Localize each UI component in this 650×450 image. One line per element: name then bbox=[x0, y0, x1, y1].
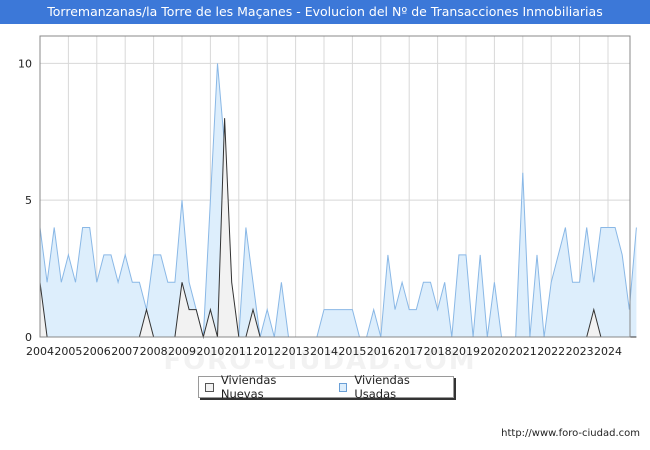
x-tick-label: 2007 bbox=[111, 345, 139, 358]
x-tick-label: 2006 bbox=[83, 345, 111, 358]
x-tick-label: 2014 bbox=[310, 345, 338, 358]
x-tick-label: 2013 bbox=[282, 345, 310, 358]
x-tick-label: 2010 bbox=[196, 345, 224, 358]
x-tick-label: 2019 bbox=[452, 345, 480, 358]
x-tick-label: 2023 bbox=[566, 345, 594, 358]
x-tick-label: 2015 bbox=[338, 345, 366, 358]
legend-item-usadas: Viviendas Usadas bbox=[338, 373, 454, 401]
legend: Viviendas Nuevas Viviendas Usadas bbox=[198, 373, 454, 401]
x-tick-label: 2008 bbox=[140, 345, 168, 358]
y-tick-label: 0 bbox=[25, 331, 32, 344]
footer-url: http://www.foro-ciudad.com bbox=[501, 428, 640, 439]
x-tick-label: 2016 bbox=[367, 345, 395, 358]
legend-swatch-usadas bbox=[338, 382, 348, 392]
legend-item-nuevas: Viviendas Nuevas bbox=[205, 373, 321, 401]
x-tick-label: 2021 bbox=[509, 345, 537, 358]
x-tick-label: 2012 bbox=[253, 345, 281, 358]
legend-label-nuevas: Viviendas Nuevas bbox=[220, 373, 277, 401]
x-tick-label: 2024 bbox=[594, 345, 622, 358]
legend-swatch-nuevas bbox=[205, 382, 214, 392]
y-tick-label: 10 bbox=[18, 57, 32, 70]
x-tick-label: 2022 bbox=[537, 345, 565, 358]
x-tick-label: 2005 bbox=[54, 345, 82, 358]
x-tick-label: 2018 bbox=[424, 345, 452, 358]
x-tick-label: 2009 bbox=[168, 345, 196, 358]
x-tick-label: 2011 bbox=[225, 345, 253, 358]
legend-label-usadas: Viviendas Usadas bbox=[354, 373, 410, 401]
y-tick-label: 5 bbox=[25, 194, 32, 207]
x-tick-label: 2020 bbox=[480, 345, 508, 358]
x-tick-label: 2004 bbox=[26, 345, 54, 358]
x-tick-label: 2017 bbox=[395, 345, 423, 358]
